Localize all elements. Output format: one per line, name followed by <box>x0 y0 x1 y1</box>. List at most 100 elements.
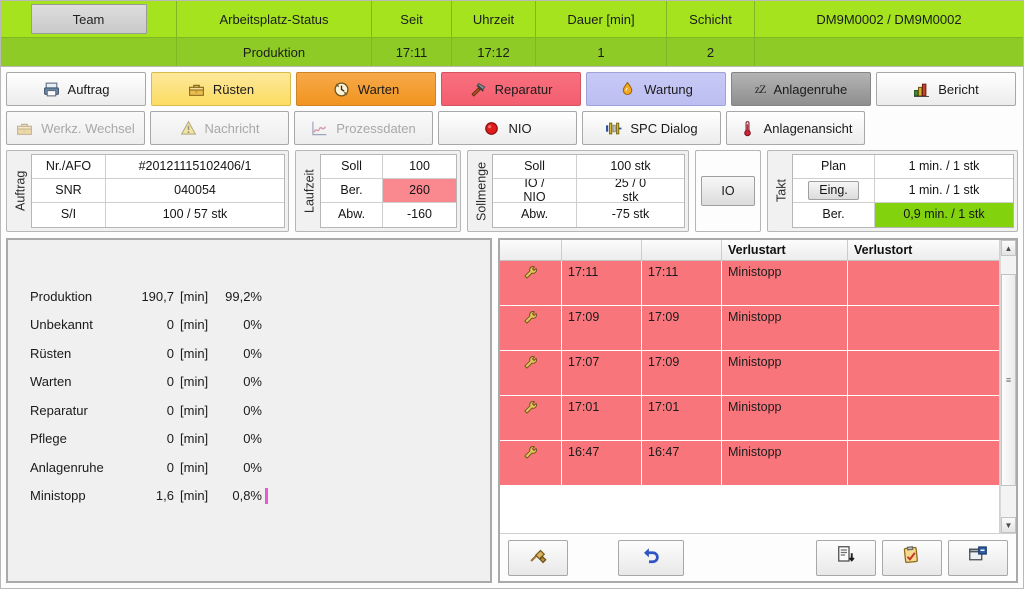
status-header: Team Arbeitsplatz-Status Seit Uhrzeit Da… <box>1 1 1023 67</box>
toolbox-icon <box>16 120 33 137</box>
scroll-up-arrow-icon[interactable]: ▲ <box>1001 240 1016 256</box>
table-row[interactable]: 17:09 17:09 Ministopp <box>500 306 999 351</box>
toolbar-button-label: SPC Dialog <box>630 120 698 136</box>
stat-percent: 0% <box>243 345 262 361</box>
toolbar-button-label: Prozessdaten <box>336 120 416 136</box>
laufzeit-value-soll: 100 <box>383 155 456 178</box>
scrollbar-thumb[interactable]: ≡ <box>1001 274 1016 486</box>
losses-vertical-scrollbar[interactable]: ▲ ≡ ▼ <box>1000 240 1016 533</box>
spc-icon <box>605 120 622 137</box>
toolbar-button-label: NIO <box>508 120 532 136</box>
cell-verlustart: Ministopp <box>722 351 848 395</box>
header-col-icon <box>500 240 562 260</box>
cell-end-time: 16:47 <box>642 441 722 485</box>
io-button[interactable]: IO <box>701 176 755 206</box>
group-takt: Takt Plan 1 min. / 1 stk Eing. 1 min. / … <box>767 150 1018 232</box>
scrollbar-grip-icon: ≡ <box>1005 375 1012 385</box>
toolbar-button-warten[interactable]: Warten <box>296 72 436 106</box>
stat-unit: [min] <box>180 317 209 333</box>
clear-button[interactable] <box>508 539 568 576</box>
laufzeit-row: Abw. -160 <box>321 203 456 227</box>
header-value-arbeitsplatz-status: Produktion <box>177 38 372 66</box>
broom-icon <box>528 545 548 570</box>
stat-row: Warten 0 [min] 0% <box>30 368 490 397</box>
table-row[interactable]: 17:01 17:01 Ministopp <box>500 396 999 441</box>
toolbar-button-r-sten[interactable]: Rüsten <box>151 72 291 106</box>
wrench-icon[interactable] <box>500 261 562 305</box>
losses-table-wrap: Verlustart Verlustort 17:11 17:11 Ministop… <box>500 240 1016 533</box>
stat-percent: 0% <box>243 459 262 475</box>
group-io: IO <box>695 150 761 232</box>
toolbar-button-anlagenansicht[interactable]: Anlagenansicht <box>726 111 865 145</box>
wrench-icon[interactable] <box>500 351 562 395</box>
clipboard-icon <box>902 545 922 570</box>
sollmenge-value-soll: 100 stk <box>577 155 684 178</box>
toolbar-button-bericht[interactable]: Bericht <box>876 72 1016 106</box>
wrench-icon[interactable] <box>500 396 562 440</box>
auftrag-value-snr: 040054 <box>106 179 284 202</box>
header-value-machine-id <box>755 38 1023 66</box>
toolbar-secondary: Werkz. Wechsel Nachricht Prozessdaten NIO SP… <box>1 106 1023 150</box>
table-row[interactable]: 16:47 16:47 Ministopp <box>500 441 999 486</box>
edit-window-button[interactable] <box>948 539 1008 576</box>
scrollbar-track[interactable]: ≡ <box>1001 256 1016 517</box>
wrench-icon[interactable] <box>500 441 562 485</box>
stat-name: Anlagenruhe <box>30 459 104 475</box>
checklist-button[interactable] <box>882 539 942 576</box>
auftrag-grid: Nr./AFO #20121115102406/1 SNR 040054 S/I… <box>31 154 285 228</box>
stat-percent: 99,2% <box>225 288 262 304</box>
auftrag-value-nr-afo: #20121115102406/1 <box>106 155 284 178</box>
scroll-down-arrow-icon[interactable]: ▼ <box>1001 517 1016 533</box>
takt-key-plan: Plan <box>793 155 875 178</box>
toolbar-primary: Auftrag Rüsten Warten Reparatur Wartung zZ Anl… <box>1 67 1023 106</box>
cell-verlustort <box>848 441 999 485</box>
header-label-seit: Seit <box>372 1 452 38</box>
header-value-dauer: 1 <box>536 38 667 66</box>
stat-percent: 0% <box>243 374 262 390</box>
export-button[interactable] <box>816 539 876 576</box>
takt-eing-button[interactable]: Eing. <box>808 180 859 201</box>
stat-row: Reparatur 0 [min] 0% <box>30 396 490 425</box>
team-button[interactable]: Team <box>30 4 147 34</box>
stat-value: 0 <box>166 459 174 475</box>
stat-percent: 0% <box>243 431 262 447</box>
stat-value: 190,7 <box>141 288 174 304</box>
cell-end-time: 17:01 <box>642 396 722 440</box>
toolbar-button-nio[interactable]: NIO <box>438 111 577 145</box>
cell-end-time: 17:11 <box>642 261 722 305</box>
stat-unit: [min] <box>180 488 209 504</box>
undo-button[interactable] <box>618 539 684 576</box>
takt-row: Eing. 1 min. / 1 stk <box>793 179 1013 203</box>
thermometer-icon <box>739 120 756 137</box>
table-row[interactable]: 17:07 17:09 Ministopp <box>500 351 999 396</box>
wrench-icon[interactable] <box>500 306 562 350</box>
toolbar-button-prozessdaten: Prozessdaten <box>294 111 433 145</box>
stat-unit: [min] <box>180 459 209 475</box>
auftrag-key-snr: SNR <box>32 179 106 202</box>
cell-start-time: 17:09 <box>562 306 642 350</box>
group-label-takt: Takt <box>774 179 789 203</box>
cell-verlustart: Ministopp <box>722 396 848 440</box>
stat-percent: 0% <box>243 317 262 333</box>
toolbar-button-label: Anlagenruhe <box>773 81 848 97</box>
toolbar-button-wartung[interactable]: Wartung <box>586 72 726 106</box>
stat-row: Unbekannt 0 [min] 0% <box>30 311 490 340</box>
stat-row: Anlagenruhe 0 [min] 0% <box>30 453 490 482</box>
cell-end-time: 17:09 <box>642 351 722 395</box>
cell-verlustart: Ministopp <box>722 441 848 485</box>
toolbar-button-auftrag[interactable]: Auftrag <box>6 72 146 106</box>
losses-grid: Verlustart Verlustort 17:11 17:11 Ministop… <box>500 240 1000 533</box>
takt-grid: Plan 1 min. / 1 stk Eing. 1 min. / 1 stk… <box>792 154 1014 228</box>
losses-table-body: 17:11 17:11 Ministopp 17:09 17:09 Ministopp 17… <box>500 261 999 533</box>
takt-value-plan: 1 min. / 1 stk <box>875 155 1013 178</box>
toolbar-button-spc-dialog[interactable]: SPC Dialog <box>582 111 721 145</box>
auftrag-key-nr-afo: Nr./AFO <box>32 155 106 178</box>
cell-start-time: 16:47 <box>562 441 642 485</box>
stat-name: Produktion <box>30 288 93 304</box>
sollmenge-row: Abw. -75 stk <box>493 203 684 227</box>
toolbar-button-reparatur[interactable]: Reparatur <box>441 72 581 106</box>
takt-row: Ber. 0,9 min. / 1 stk <box>793 203 1013 227</box>
toolbar-button-anlagenruhe[interactable]: zZ Anlagenruhe <box>731 72 871 106</box>
table-row[interactable]: 17:11 17:11 Ministopp <box>500 261 999 306</box>
header-label-uhrzeit: Uhrzeit <box>452 1 536 38</box>
